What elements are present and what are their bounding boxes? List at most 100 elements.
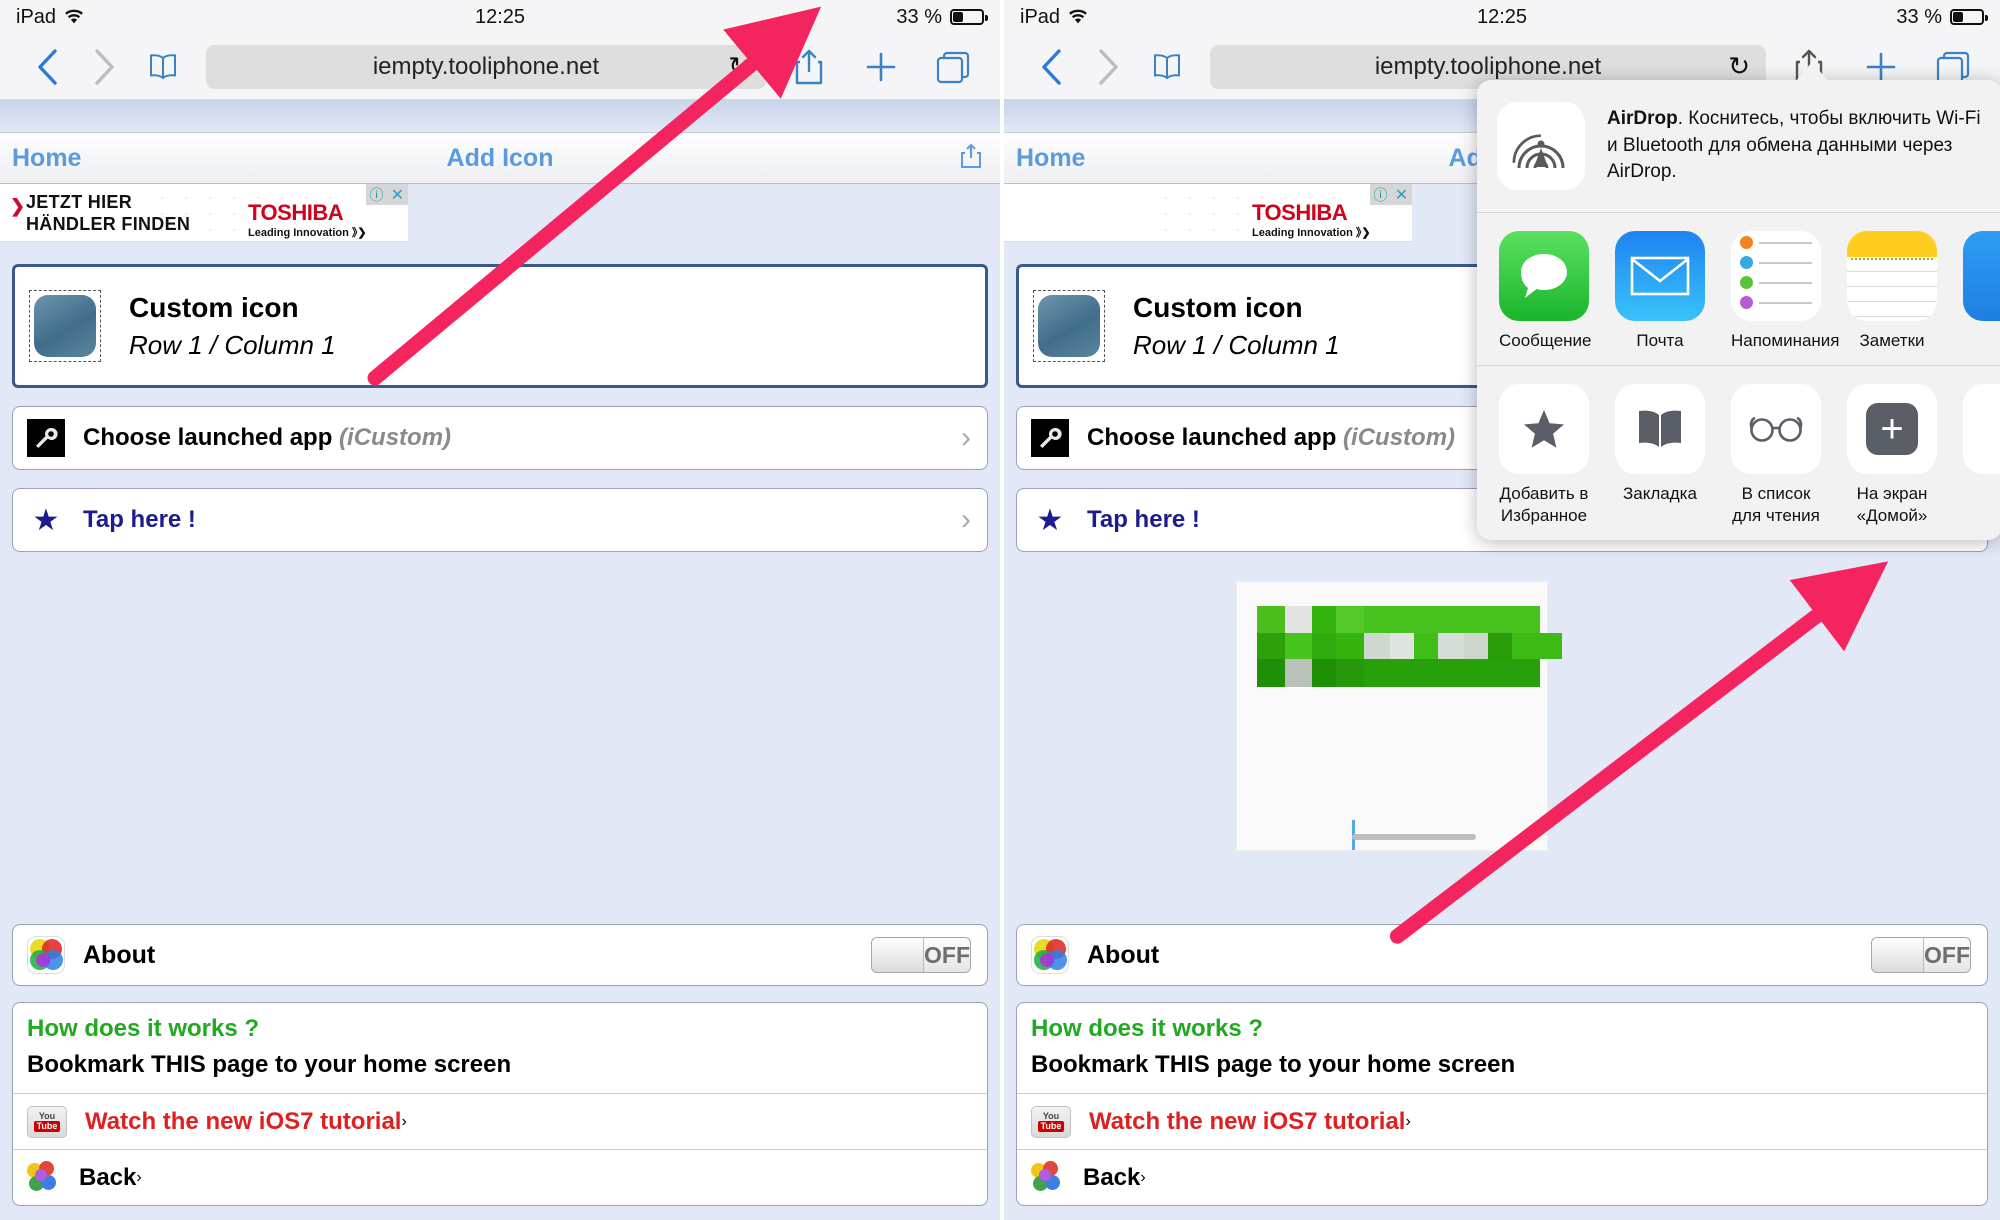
share-button[interactable] — [780, 43, 838, 91]
tutorial-row[interactable]: You Tube Watch the new iOS7 tutorial › — [1017, 1093, 1987, 1149]
back-label: Back — [1083, 1163, 1141, 1191]
share-action-copy[interactable]: С — [1963, 384, 2000, 526]
about-label: About — [1087, 940, 1160, 969]
share-action-label: На экран «Домой» — [1856, 484, 1928, 525]
about-toggle[interactable]: OFF — [1871, 937, 1971, 973]
choose-app-card[interactable]: Choose launched app (iCustom) › — [12, 406, 988, 470]
tap-here-label: Tap here ! — [1087, 506, 1200, 533]
choose-app-label: Choose launched app (iCustom) — [83, 424, 452, 451]
loading-image-placeholder — [1237, 582, 1562, 850]
twitter-icon — [1963, 231, 2000, 321]
ad-tagline: Leading Innovation 》❯ — [1252, 227, 1371, 239]
page-bottom-stack: About OFF How does it works ? Bookmark T… — [12, 924, 988, 1206]
forward-button[interactable] — [1080, 43, 1138, 91]
tutorial-row[interactable]: You Tube Watch the new iOS7 tutorial › — [13, 1093, 987, 1149]
close-icon[interactable]: ✕ — [387, 184, 408, 205]
back-row[interactable]: Back › — [13, 1149, 987, 1205]
custom-icon-title: Custom icon — [1133, 291, 1303, 323]
share-action-label: С — [1963, 483, 2000, 504]
ad-tagline: Leading Innovation 》❯ — [248, 227, 367, 239]
close-icon[interactable]: ✕ — [1391, 184, 1412, 205]
back-app-icon — [27, 1160, 61, 1195]
share-app-notes[interactable]: Заметки — [1847, 231, 1937, 351]
back-row[interactable]: Back › — [1017, 1149, 1987, 1205]
star-icon: ★ — [1036, 503, 1064, 537]
address-bar[interactable]: iempty.tooliphone.net ↻ — [206, 44, 766, 89]
airdrop-title: AirDrop — [1607, 107, 1678, 129]
back-button[interactable] — [18, 43, 76, 91]
wrench-icon — [1031, 419, 1069, 457]
status-bar-right: 33 % — [896, 5, 988, 29]
image-scroll-hint — [1352, 834, 1476, 840]
book-icon — [1615, 384, 1705, 475]
share-apps-grid: Сообщение Почта Напоминания Заметки — [1477, 231, 2000, 351]
airdrop-row[interactable]: AirDrop. Коснитесь, чтобы включить Wi-Fi… — [1477, 80, 2000, 213]
help-question: How does it works ? — [1031, 1015, 1264, 1042]
share-app-twitter[interactable] — [1963, 231, 2000, 351]
toggle-knob — [1872, 938, 1924, 972]
about-card[interactable]: About OFF — [12, 924, 988, 986]
share-action-add-to-home[interactable]: + На экран «Домой» — [1847, 384, 1937, 526]
share-sheet-popover: AirDrop. Коснитесь, чтобы включить Wi-Fi… — [1477, 80, 2000, 540]
share-action-label: Добавить в Избранное — [1499, 484, 1589, 525]
new-tab-button[interactable] — [852, 43, 910, 91]
ad-choices[interactable]: ⓘ ✕ — [1370, 184, 1412, 205]
custom-icon-subtitle: Row 1 / Column 1 — [1133, 329, 1340, 360]
ad-brand: TOSHIBA — [1252, 200, 1348, 225]
custom-icon-title: Custom icon — [129, 291, 299, 323]
share-action-bookmark[interactable]: Закладка — [1615, 384, 1705, 526]
glasses-icon — [1731, 384, 1821, 475]
back-button[interactable] — [1022, 43, 1080, 91]
share-action-favorite[interactable]: Добавить в Избранное — [1499, 384, 1589, 526]
share-action-reading-list[interactable]: В список для чтения — [1731, 384, 1821, 526]
ad-choices[interactable]: ⓘ ✕ — [366, 184, 408, 205]
star-icon — [1499, 384, 1589, 475]
share-action-label: Закладка — [1623, 484, 1697, 504]
reload-icon[interactable]: ↻ — [728, 51, 750, 82]
share-app-messages[interactable]: Сообщение — [1499, 231, 1592, 351]
battery-icon — [1950, 9, 1988, 25]
copy-icon — [1963, 384, 2000, 475]
help-answer: Bookmark THIS page to your home screen — [27, 1051, 512, 1078]
mail-icon — [1615, 231, 1705, 321]
popover-caret — [1795, 62, 1829, 82]
about-toggle[interactable]: OFF — [871, 937, 971, 973]
tap-here-card[interactable]: ★ Tap here ! › — [12, 488, 988, 552]
share-app-reminders[interactable]: Напоминания — [1731, 231, 1840, 351]
disclosure-icon: › — [401, 1112, 407, 1130]
page-share-icon[interactable] — [960, 143, 982, 174]
info-icon[interactable]: ⓘ — [1370, 184, 1391, 205]
battery-percent: 33 % — [1896, 5, 1942, 28]
wrench-icon — [27, 419, 65, 457]
page-title: Add Icon — [446, 143, 554, 172]
airdrop-icon[interactable] — [1497, 102, 1585, 190]
share-app-mail[interactable]: Почта — [1615, 231, 1705, 351]
share-actions-section: Добавить в Избранное Закладка В список д… — [1477, 366, 2000, 540]
battery-percent: 33 % — [896, 5, 942, 28]
youtube-icon: You Tube — [27, 1105, 67, 1138]
tap-here-row[interactable]: ★ Tap here ! › — [13, 489, 987, 551]
ad-banner[interactable]: ❯ JETZT HIER HÄNDLER FINDEN TOSHIBA Lead… — [0, 184, 408, 242]
info-icon[interactable]: ⓘ — [366, 184, 387, 205]
star-icon: ★ — [32, 503, 60, 537]
disclosure-icon: › — [136, 1168, 142, 1186]
custom-icon-thumbnail[interactable] — [1033, 290, 1105, 362]
tutorial-label: Watch the new iOS7 tutorial — [85, 1107, 402, 1135]
custom-icon-thumbnail[interactable] — [29, 290, 101, 362]
custom-icon-text: Custom icon Row 1 / Column 1 — [129, 292, 336, 361]
share-action-label: В список для чтения — [1732, 484, 1820, 525]
forward-button[interactable] — [76, 43, 134, 91]
clock: 12:25 — [474, 5, 526, 28]
share-app-label: Напоминания — [1731, 331, 1840, 350]
about-card[interactable]: About OFF — [1016, 924, 1988, 986]
custom-icon-card[interactable]: Custom icon Row 1 / Column 1 — [12, 264, 988, 388]
about-app-icon — [1031, 936, 1069, 974]
bookmarks-button[interactable] — [1138, 43, 1196, 91]
ad-brand: TOSHIBA — [248, 200, 344, 225]
tabs-button[interactable] — [924, 43, 982, 91]
url-text: iempty.tooliphone.net — [372, 52, 600, 80]
ad-banner[interactable]: TOSHIBA Leading Innovation 》❯ ⓘ ✕ — [1004, 184, 1412, 242]
bookmarks-button[interactable] — [134, 43, 192, 91]
reload-icon[interactable]: ↻ — [1728, 51, 1750, 82]
choose-app-row[interactable]: Choose launched app (iCustom) › — [13, 407, 987, 469]
